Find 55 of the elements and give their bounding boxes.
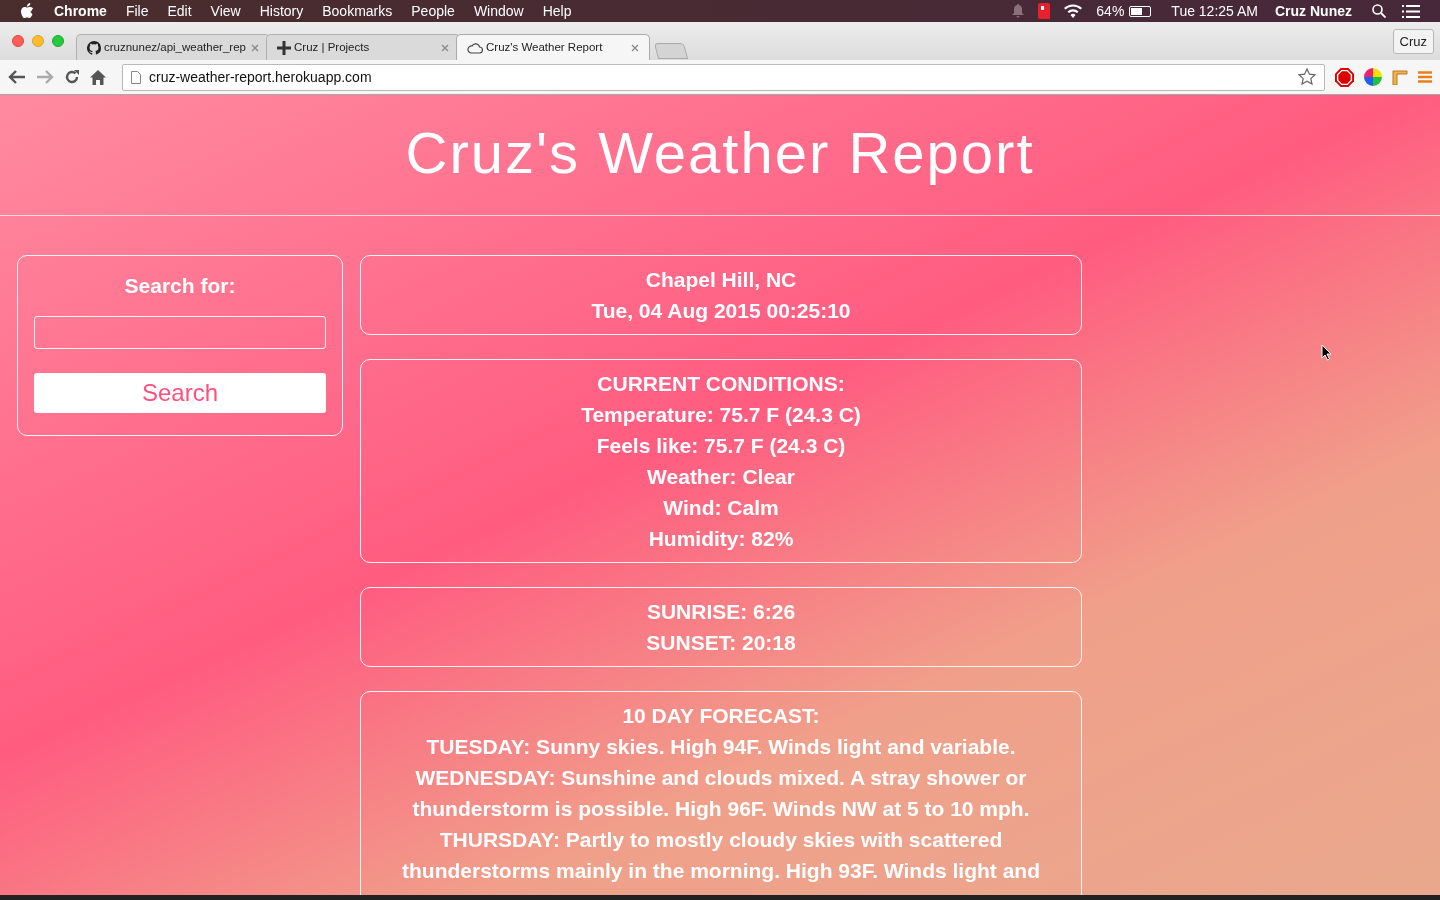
page-title: Cruz's Weather Report xyxy=(404,119,1036,187)
menu-item[interactable]: Window xyxy=(473,0,524,22)
weather-text: TUESDAY: Sunny skies. High 94F. Winds light and variable. xyxy=(426,734,1016,760)
apple-logo-icon[interactable] xyxy=(20,3,34,19)
search-field[interactable] xyxy=(34,315,326,349)
menu-item[interactable]: Bookmarks xyxy=(322,0,393,22)
color-wheel-icon[interactable] xyxy=(1364,68,1382,86)
close-window-button[interactable] xyxy=(12,35,24,47)
battery-percent: 64% xyxy=(1096,1,1125,21)
weather-text: 10 DAY FORECAST: xyxy=(622,703,820,729)
weather-text: THURSDAY: Partly to mostly cloudy skies with scattered thunderstorms mainly in the morning. High 93F. Winds light and xyxy=(401,827,1041,884)
evernote-icon[interactable] xyxy=(1038,3,1051,19)
wifi-icon[interactable] xyxy=(1064,4,1083,18)
menu-item[interactable]: View xyxy=(210,0,241,22)
back-icon[interactable] xyxy=(8,70,26,84)
reload-icon[interactable] xyxy=(64,69,80,85)
stop-sign-icon[interactable] xyxy=(1335,67,1354,87)
weather-text: Humidity: 82% xyxy=(648,526,794,552)
browser-tab[interactable]: Cruz's Weather Report xyxy=(456,34,650,60)
weather-text: Feels like: 75.7 F (24.3 C) xyxy=(596,433,846,459)
close-icon[interactable] xyxy=(441,43,449,52)
weather-text: Weather: Clear xyxy=(647,464,795,490)
weather-text: Wind: Calm xyxy=(663,495,779,521)
weather-text: Tue, 04 Aug 2015 00:25:10 xyxy=(591,298,851,324)
app-menu[interactable]: Chrome xyxy=(54,0,107,22)
mouse-cursor-icon xyxy=(1321,344,1333,361)
address-bar[interactable]: cruz-weather-report.herokuapp.com xyxy=(122,63,1325,91)
close-icon[interactable] xyxy=(251,43,259,52)
menu-item[interactable]: File xyxy=(125,0,149,22)
close-icon[interactable] xyxy=(631,43,639,52)
weather-text: SUNSET: 20:18 xyxy=(646,630,796,656)
cloud-icon xyxy=(467,41,483,54)
star-icon[interactable] xyxy=(1298,68,1316,86)
user-name[interactable]: Cruz Nunez xyxy=(1275,0,1352,22)
weather-text: SUNRISE: 6:26 xyxy=(646,599,796,625)
weather-text: Temperature: 75.7 F (24.3 C) xyxy=(581,402,861,428)
menu-item[interactable]: Help xyxy=(542,0,572,22)
profile-button[interactable]: Cruz xyxy=(1392,29,1434,54)
page-icon xyxy=(131,70,141,84)
bell-icon[interactable] xyxy=(1012,4,1025,18)
weather-text: CURRENT CONDITIONS: xyxy=(597,371,845,397)
search-label: Search for: xyxy=(123,273,237,299)
home-icon[interactable] xyxy=(90,69,106,85)
battery-icon[interactable] xyxy=(1129,5,1152,17)
search-icon[interactable] xyxy=(1372,4,1386,18)
menu-item[interactable]: Edit xyxy=(167,0,192,22)
weather-text: Chapel Hill, NC xyxy=(645,267,797,293)
clock[interactable]: Tue 12:25 AM xyxy=(1171,0,1258,22)
menu-icon[interactable] xyxy=(1418,71,1432,83)
plus-icon xyxy=(277,40,291,55)
menu-item[interactable]: History xyxy=(259,0,304,22)
menu-item[interactable]: People xyxy=(411,0,455,22)
list-icon[interactable] xyxy=(1402,4,1420,18)
weather-text: WEDNESDAY: Sunshine and clouds mixed. A stray shower or thunderstorm is possible. High 96F. Winds NW at 5 to 10 mph. xyxy=(411,765,1031,822)
github-icon xyxy=(87,40,101,55)
